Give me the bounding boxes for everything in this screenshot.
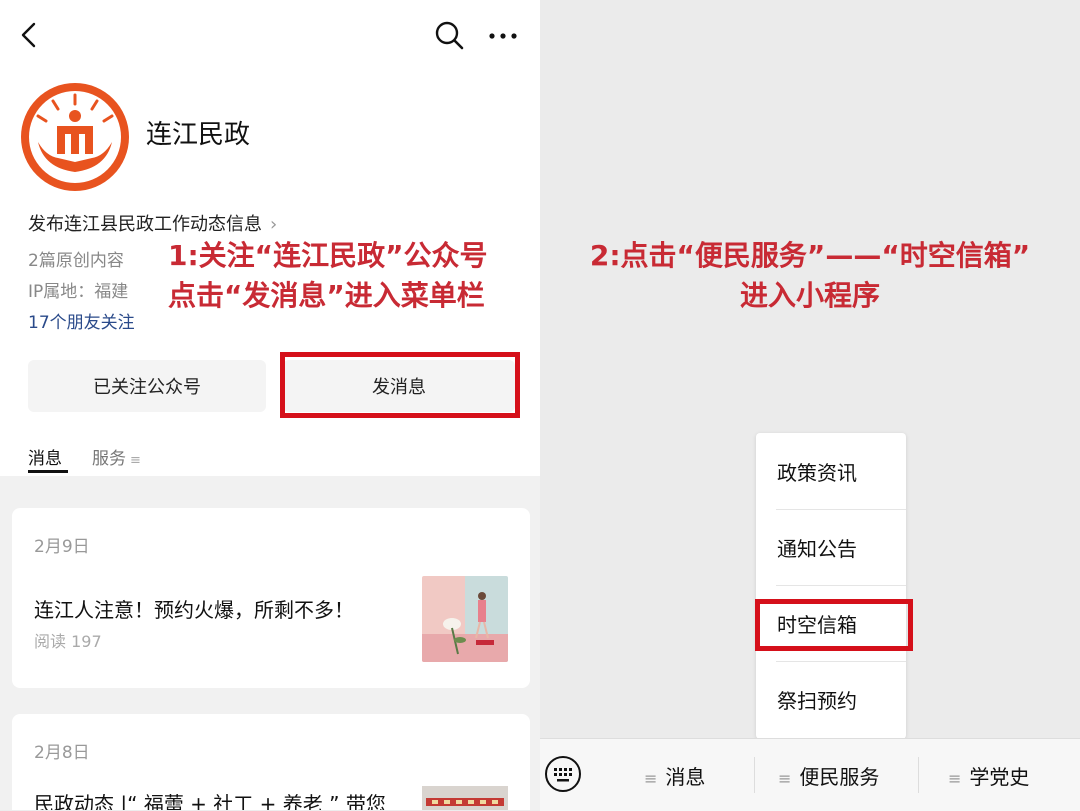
step1-line1: 1:关注“连江民政”公众号 bbox=[168, 239, 488, 272]
account-profile-screen: 连江民政 发布连江县民政工作动态信息 › 2篇原创内容 IP属地：福建 17个朋友… bbox=[0, 0, 540, 810]
bar-item-label: 消息 bbox=[665, 765, 706, 789]
article-date: 2月9日 bbox=[34, 537, 90, 557]
original-count: 2篇原创内容 bbox=[28, 251, 124, 271]
back-arrow-icon[interactable] bbox=[14, 18, 48, 52]
chat-menu-bar: ≡ 消息 ≡ 便民服务 ≡ 学党史 bbox=[540, 738, 1080, 811]
menu-lines-icon: ≡ bbox=[644, 769, 658, 788]
tab-services[interactable]: 服务 ≡ bbox=[92, 444, 141, 469]
ip-location: IP属地：福建 bbox=[28, 282, 129, 302]
bar-item-party-history[interactable]: ≡ 学党史 bbox=[948, 761, 1029, 790]
keyboard-icon[interactable] bbox=[544, 755, 582, 793]
bar-divider bbox=[754, 757, 755, 793]
service-submenu: 政策资讯 通知公告 时空信箱 祭扫预约 bbox=[756, 433, 906, 739]
article-date: 2月8日 bbox=[34, 743, 90, 763]
menu-lines-icon: ≡ bbox=[130, 453, 141, 468]
account-logo bbox=[21, 83, 129, 191]
menu-lines-icon: ≡ bbox=[948, 769, 962, 788]
step2-line1: 2:点击“便民服务”——“时空信箱” bbox=[589, 239, 1031, 272]
menu-item-tomb-sweeping-booking[interactable]: 祭扫预约 bbox=[756, 661, 906, 737]
article-thumbnail[interactable] bbox=[422, 786, 508, 810]
menu-item-label: 祭扫预约 bbox=[777, 689, 857, 713]
menu-lines-icon: ≡ bbox=[778, 769, 792, 788]
active-tab-indicator bbox=[28, 470, 68, 473]
article-card[interactable]: 2月9日 连江人注意！预约火爆，所剩不多！ 阅读 197 bbox=[12, 508, 530, 688]
highlight-box-send-message bbox=[280, 352, 520, 418]
bar-item-label: 学党史 bbox=[969, 765, 1030, 789]
account-description-text: 发布连江县民政工作动态信息 bbox=[28, 214, 262, 235]
step1-line2: 点击“发消息”进入菜单栏 bbox=[168, 279, 485, 312]
article-card[interactable]: 2月8日 民政动态 |“ 福蕾 + 社工 + 养老 ” 带您 bbox=[12, 714, 530, 810]
step1-annotation: 1:关注“连江民政”公众号 点击“发消息”进入菜单栏 bbox=[168, 236, 488, 316]
account-description[interactable]: 发布连江县民政工作动态信息 › bbox=[28, 210, 277, 236]
menu-item-label: 通知公告 bbox=[777, 537, 857, 561]
article-title[interactable]: 民政动态 |“ 福蕾 + 社工 + 养老 ” 带您 bbox=[34, 788, 386, 810]
bar-item-label: 便民服务 bbox=[799, 765, 880, 789]
account-name: 连江民政 bbox=[146, 120, 251, 150]
followed-button[interactable]: 已关注公众号 bbox=[28, 360, 266, 412]
tab-services-label: 服务 bbox=[92, 449, 126, 469]
more-options-icon[interactable] bbox=[484, 18, 524, 52]
friends-following-link[interactable]: 17个朋友关注 bbox=[28, 308, 135, 333]
chevron-right-icon: › bbox=[270, 214, 278, 235]
article-title[interactable]: 连江人注意！预约火爆，所剩不多！ bbox=[34, 594, 354, 623]
search-icon[interactable] bbox=[432, 18, 466, 52]
step2-line2: 进入小程序 bbox=[739, 279, 880, 312]
article-thumbnail[interactable] bbox=[422, 576, 508, 662]
tab-messages[interactable]: 消息 bbox=[28, 444, 62, 469]
highlight-box-time-space-mailbox bbox=[755, 599, 913, 651]
bar-item-convenience-services[interactable]: ≡ 便民服务 bbox=[778, 761, 879, 790]
step2-annotation: 2:点击“便民服务”——“时空信箱” 进入小程序 bbox=[540, 236, 1080, 316]
article-read-count: 阅读 197 bbox=[34, 632, 102, 651]
menu-item-label: 政策资讯 bbox=[777, 461, 857, 485]
bar-divider bbox=[918, 757, 919, 793]
menu-item-notices[interactable]: 通知公告 bbox=[756, 509, 906, 585]
menu-item-policy-news[interactable]: 政策资讯 bbox=[756, 433, 906, 509]
bar-item-messages[interactable]: ≡ 消息 bbox=[644, 761, 705, 790]
